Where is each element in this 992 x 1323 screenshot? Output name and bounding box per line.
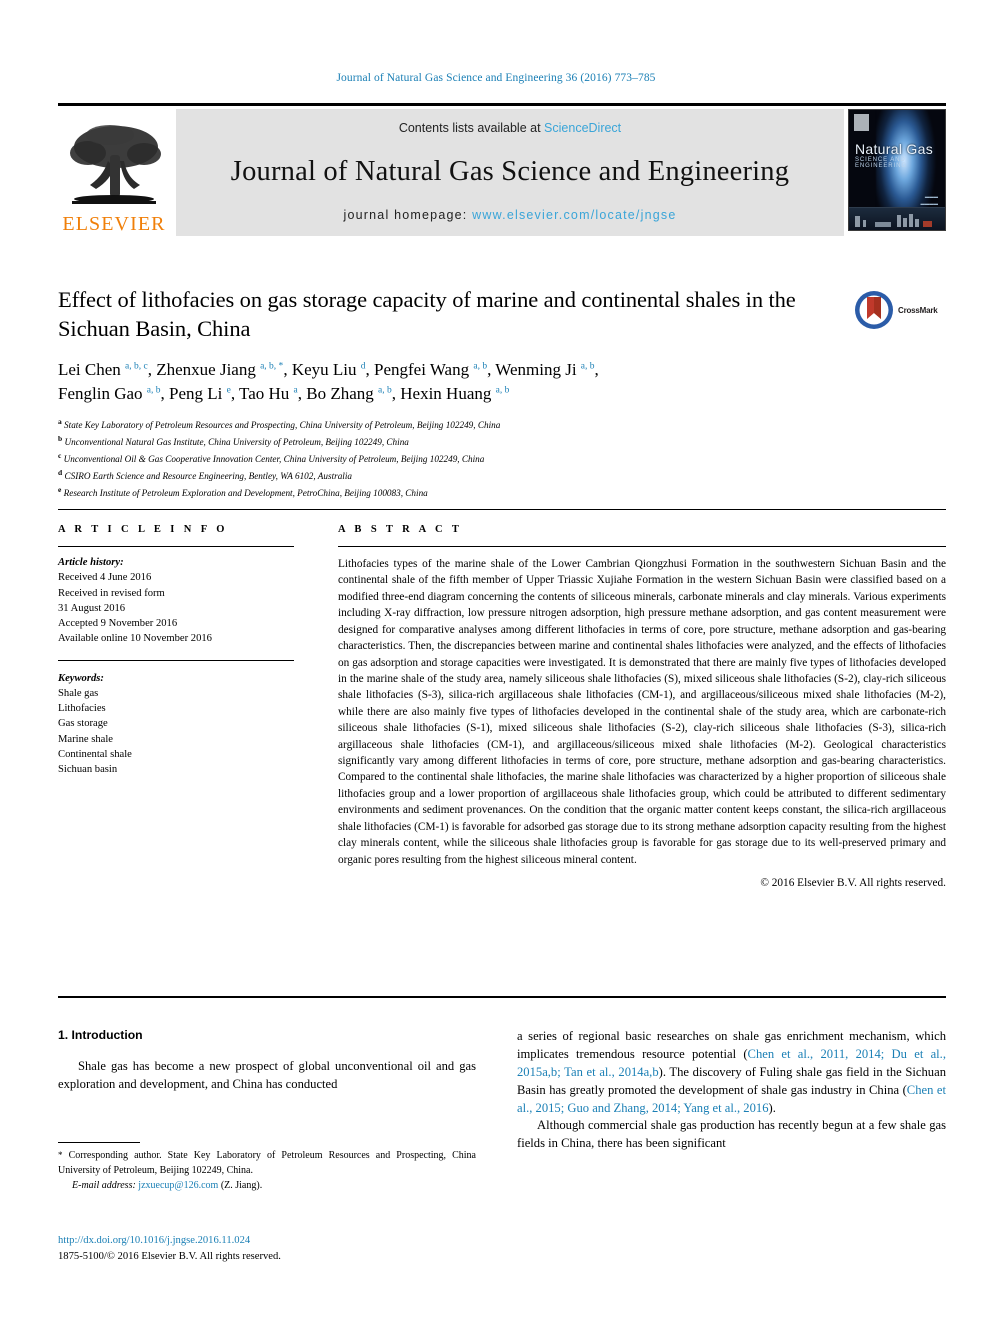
affiliation-text: Unconventional Oil & Gas Cooperative Inn… bbox=[63, 453, 485, 464]
doi-block: http://dx.doi.org/10.1016/j.jngse.2016.1… bbox=[58, 1233, 478, 1265]
affiliation-text: Research Institute of Petroleum Explorat… bbox=[63, 487, 428, 498]
affiliation-mark: c bbox=[58, 450, 62, 460]
affiliation-mark: e bbox=[58, 484, 62, 494]
journal-masthead: ELSEVIER Contents lists available at Sci… bbox=[58, 103, 946, 236]
author-line-1: Lei Chen a, b, c, Zhenxue Jiang a, b, *,… bbox=[58, 359, 599, 379]
abstract-heading: A B S T R A C T bbox=[338, 524, 463, 535]
keyword-item: Continental shale bbox=[58, 748, 132, 760]
elsevier-wordmark: ELSEVIER bbox=[62, 213, 166, 235]
cover-elsevier-mark bbox=[854, 114, 869, 131]
body-column-left: 1. Introduction Shale gas has become a n… bbox=[58, 1028, 476, 1094]
intro-paragraph-right-1: a series of regional basic researches on… bbox=[517, 1029, 946, 1115]
affiliation-mark: a bbox=[58, 416, 62, 426]
author-line-2: Fenglin Gao a, b, Peng Li e, Tao Hu a, B… bbox=[58, 383, 510, 403]
email-link[interactable]: jzxuecup@126.com bbox=[138, 1180, 218, 1191]
title-block: Effect of lithofacies on gas storage cap… bbox=[58, 286, 946, 501]
keyword-item: Sichuan basin bbox=[58, 764, 118, 775]
intro-paragraph-right-2: Although commercial shale gas production… bbox=[517, 1118, 946, 1151]
affiliation-item: e Research Institute of Petroleum Explor… bbox=[58, 484, 946, 501]
affiliation-item: b Unconventional Natural Gas Institute, … bbox=[58, 433, 946, 450]
intro-paragraph-left: Shale gas has become a new prospect of g… bbox=[58, 1059, 476, 1091]
footnote-block: * Corresponding author. State Key Labora… bbox=[58, 1142, 476, 1191]
email-owner: (Z. Jiang). bbox=[220, 1180, 263, 1191]
doi-link[interactable]: http://dx.doi.org/10.1016/j.jngse.2016.1… bbox=[58, 1233, 478, 1249]
elsevier-tree-icon bbox=[64, 121, 164, 213]
affiliation-item: d CSIRO Earth Science and Resource Engin… bbox=[58, 467, 946, 484]
history-item: 31 August 2016 bbox=[58, 602, 126, 614]
cover-fineprint: ▬▬▬ ▬▬▬▬ bbox=[920, 194, 938, 206]
article-history-label: Article history: bbox=[58, 557, 124, 568]
keyword-item: Shale gas bbox=[58, 687, 99, 699]
abstract-text: Lithofacies types of the marine shale of… bbox=[338, 558, 946, 866]
divider-below-abstract bbox=[58, 996, 946, 998]
author-list: Lei Chen a, b, c, Zhenxue Jiang a, b, *,… bbox=[58, 358, 858, 406]
abstract-copyright: © 2016 Elsevier B.V. All rights reserved… bbox=[760, 877, 946, 890]
corresponding-author-note: * Corresponding author. State Key Labora… bbox=[58, 1150, 476, 1176]
article-info-rule bbox=[58, 546, 294, 547]
abstract-column: A B S T R A C T Lithofacies types of the… bbox=[338, 524, 946, 889]
paper-page: Journal of Natural Gas Science and Engin… bbox=[0, 0, 992, 1323]
journal-homepage-line: journal homepage: www.elsevier.com/locat… bbox=[344, 208, 677, 222]
keyword-item: Gas storage bbox=[58, 718, 108, 730]
abstract-rule bbox=[338, 546, 946, 547]
issn-copyright-line: 1875-5100/© 2016 Elsevier B.V. All right… bbox=[58, 1250, 281, 1262]
affiliation-item: a State Key Laboratory of Petroleum Reso… bbox=[58, 416, 946, 433]
affiliation-item: c Unconventional Oil & Gas Cooperative I… bbox=[58, 450, 946, 467]
email-line: E-mail address: jzxuecup@126.com (Z. Jia… bbox=[58, 1180, 476, 1191]
history-item: Received in revised form bbox=[58, 587, 165, 599]
body-column-right: a series of regional basic researches on… bbox=[517, 1028, 946, 1153]
crossmark-label: CrossMark bbox=[898, 305, 938, 315]
article-info-heading: A R T I C L E I N F O bbox=[58, 524, 228, 535]
affiliation-mark: b bbox=[58, 433, 63, 443]
homepage-url-link[interactable]: www.elsevier.com/locate/jngse bbox=[472, 208, 676, 222]
keywords-block: Keywords: Shale gas Lithofacies Gas stor… bbox=[58, 659, 294, 778]
cover-subtitle: SCIENCE AND ENGINEERING bbox=[855, 157, 907, 169]
crossmark-badge[interactable]: CrossMark bbox=[854, 288, 946, 332]
running-head: Journal of Natural Gas Science and Engin… bbox=[336, 72, 656, 84]
contents-text: Contents lists available at bbox=[398, 121, 541, 135]
affiliation-text: Unconventional Natural Gas Institute, Ch… bbox=[64, 436, 409, 447]
elsevier-logo: ELSEVIER bbox=[58, 109, 170, 236]
cover-bottom-strip bbox=[849, 207, 945, 230]
email-label: E-mail address: bbox=[72, 1180, 136, 1191]
page-title: Effect of lithofacies on gas storage cap… bbox=[58, 287, 796, 341]
divider-above-abstract bbox=[58, 509, 946, 510]
article-info-column: A R T I C L E I N F O Article history: R… bbox=[58, 524, 294, 777]
journal-band: Contents lists available at ScienceDirec… bbox=[176, 109, 844, 236]
cover-title: Natural Gas bbox=[855, 141, 933, 157]
journal-cover-thumbnail: Natural Gas SCIENCE AND ENGINEERING ▬▬▬ ▬… bbox=[848, 109, 946, 231]
journal-title: Journal of Natural Gas Science and Engin… bbox=[230, 155, 790, 187]
keyword-item: Marine shale bbox=[58, 733, 114, 745]
homepage-label: journal homepage: bbox=[343, 208, 468, 222]
affiliation-text: State Key Laboratory of Petroleum Resour… bbox=[64, 419, 501, 430]
keyword-item: Lithofacies bbox=[58, 703, 106, 714]
affiliation-text: CSIRO Earth Science and Resource Enginee… bbox=[64, 470, 352, 481]
article-history-block: Article history: Received 4 June 2016 Re… bbox=[58, 555, 294, 647]
history-item: Accepted 9 November 2016 bbox=[58, 618, 178, 629]
affiliation-mark: d bbox=[58, 467, 63, 477]
contents-available-line: Contents lists available at ScienceDirec… bbox=[399, 121, 621, 135]
section-heading-introduction: 1. Introduction bbox=[58, 1028, 143, 1042]
crossmark-icon bbox=[855, 291, 893, 329]
sciencedirect-link[interactable]: ScienceDirect bbox=[544, 121, 621, 135]
footnote-divider bbox=[58, 1142, 140, 1143]
keywords-label: Keywords: bbox=[58, 672, 104, 684]
history-item: Available online 10 November 2016 bbox=[58, 633, 212, 645]
affiliation-list: a State Key Laboratory of Petroleum Reso… bbox=[58, 416, 946, 501]
history-item: Received 4 June 2016 bbox=[58, 572, 152, 584]
